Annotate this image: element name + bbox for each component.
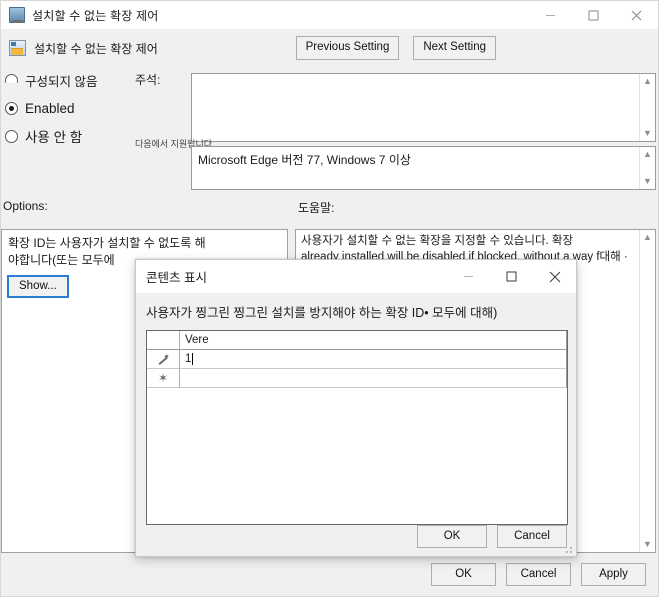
minimize-icon[interactable] xyxy=(529,1,572,29)
contents-grid[interactable]: Vere 1 ✶ xyxy=(146,330,568,525)
previous-setting-button[interactable]: Previous Setting xyxy=(295,35,400,61)
radio-disabled-mark xyxy=(5,129,18,143)
modal-ok-button[interactable]: OK xyxy=(417,525,487,548)
close-icon[interactable] xyxy=(533,263,576,291)
setting-nav-buttons: Previous Setting Next Setting xyxy=(295,35,496,61)
comment-scrollbar[interactable]: ▲ ▼ xyxy=(639,74,655,141)
modal-instruction-label: 사용자가 찡그린 찡그린 설치를 방지해야 하는 확장 ID• 모두에 대해) xyxy=(146,306,498,320)
setting-name-label: 설치할 수 없는 확장 제어 xyxy=(34,41,158,56)
next-setting-button[interactable]: Next Setting xyxy=(413,35,496,61)
row-marker-cell[interactable] xyxy=(147,350,180,369)
radio-disabled-label: 사용 안 함 xyxy=(25,130,83,145)
grid-cell-new[interactable] xyxy=(180,369,567,388)
grid-header-row: Vere xyxy=(147,331,567,350)
scroll-down-icon[interactable]: ▼ xyxy=(643,540,652,549)
close-icon[interactable] xyxy=(615,1,658,29)
scroll-up-icon[interactable]: ▲ xyxy=(643,233,652,242)
scroll-up-icon[interactable]: ▲ xyxy=(643,77,652,86)
options-label: Options: xyxy=(3,199,48,213)
main-footer: OK Cancel Apply xyxy=(1,553,658,596)
radio-enabled[interactable]: Enabled xyxy=(5,95,185,121)
show-contents-dialog: 콘텐츠 표시 사용자가 찡그린 찡그린 설치를 방지해야 하는 확장 ID• 모… xyxy=(135,259,577,557)
grid-cell-value[interactable]: 1 xyxy=(180,350,567,369)
show-button[interactable]: Show... xyxy=(7,275,69,298)
table-row[interactable]: 1 xyxy=(147,350,567,369)
grid-column-header-value[interactable]: Vere xyxy=(180,331,567,350)
scroll-down-icon[interactable]: ▼ xyxy=(643,129,652,138)
grid-cell-text: 1 xyxy=(185,353,192,365)
modal-window-controls xyxy=(447,263,576,291)
maximize-icon[interactable] xyxy=(572,1,615,29)
supported-on-value: Microsoft Edge 버전 77, Windows 7 이상 xyxy=(198,153,411,167)
radio-not-configured-label: 구성되지 않음 xyxy=(25,74,98,89)
apply-button[interactable]: Apply xyxy=(581,563,646,586)
maximize-icon[interactable] xyxy=(490,263,533,291)
new-row-asterisk-icon: ✶ xyxy=(157,371,169,385)
supported-on-scrollbar[interactable]: ▲ ▼ xyxy=(639,147,655,189)
radio-enabled-mark xyxy=(5,101,18,115)
edit-pencil-icon xyxy=(158,354,169,365)
supported-on-input[interactable]: Microsoft Edge 버전 77, Windows 7 이상 ▲ ▼ xyxy=(191,146,656,190)
main-titlebar: 설치할 수 없는 확장 제어 xyxy=(1,1,658,29)
policy-setting-icon xyxy=(9,40,26,56)
main-window-controls xyxy=(529,1,658,29)
monitor-policy-icon xyxy=(9,7,25,23)
main-window-title: 설치할 수 없는 확장 제어 xyxy=(32,8,159,23)
text-caret xyxy=(192,353,194,365)
scroll-up-icon[interactable]: ▲ xyxy=(643,150,652,159)
ok-button[interactable]: OK xyxy=(431,563,496,586)
help-scrollbar[interactable]: ▲ ▼ xyxy=(639,230,655,552)
grid-header-gutter xyxy=(147,331,180,350)
modal-footer: OK Cancel xyxy=(417,525,567,548)
comment-label: 주석: xyxy=(135,73,161,87)
resize-grip[interactable] xyxy=(563,544,573,554)
modal-cancel-button[interactable]: Cancel xyxy=(497,525,567,548)
comment-input[interactable]: ▲ ▼ xyxy=(191,73,656,142)
minimize-icon[interactable] xyxy=(447,263,490,291)
modal-title: 콘텐츠 표시 xyxy=(146,271,207,285)
modal-titlebar: 콘텐츠 표시 xyxy=(136,260,576,294)
radio-enabled-label: Enabled xyxy=(25,100,75,116)
new-row-marker-cell[interactable]: ✶ xyxy=(147,369,180,388)
setting-header: 설치할 수 없는 확장 제어 Previous Setting Next Set… xyxy=(1,29,658,67)
scroll-down-icon[interactable]: ▼ xyxy=(643,177,652,186)
table-row-new[interactable]: ✶ xyxy=(147,369,567,388)
radio-not-configured-mark xyxy=(5,73,18,83)
cancel-button[interactable]: Cancel xyxy=(506,563,571,586)
help-label: 도움말: xyxy=(298,201,335,215)
